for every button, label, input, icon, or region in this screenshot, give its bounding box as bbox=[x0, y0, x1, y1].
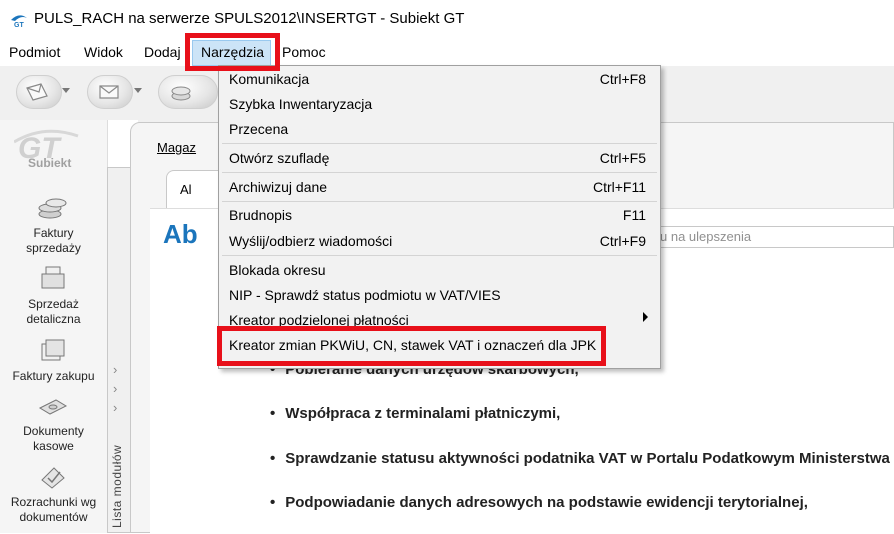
chevron-right-icon[interactable]: › bbox=[113, 400, 117, 415]
menu-item-komunikacja[interactable]: Komunikacja bbox=[229, 71, 309, 87]
bullet-item: Sprawdzanie statusu aktywności podatnika… bbox=[270, 450, 890, 467]
menu-item-nip-status[interactable]: NIP - Sprawdź status podmiotu w VAT/VIES bbox=[229, 287, 501, 303]
highlight-box bbox=[185, 33, 280, 71]
app-logo-icon: GT bbox=[11, 15, 27, 28]
menu-item-otworz-szuflade[interactable]: Otwórz szufladę bbox=[229, 150, 329, 166]
submenu-arrow-icon bbox=[643, 312, 648, 322]
module-label-line2: dokumentów bbox=[19, 510, 88, 524]
shortcut-label: Ctrl+F5 bbox=[599, 150, 646, 166]
module-dokumenty-kasowe[interactable]: Dokumenty kasowe bbox=[0, 424, 107, 454]
inner-tab-label: Al bbox=[180, 182, 192, 197]
module-label-line1: Faktury zakupu bbox=[12, 369, 95, 383]
menu-item-wyslij-odbierz[interactable]: Wyślij/odbierz wiadomości bbox=[229, 233, 392, 249]
menu-item-szybka-inwentaryzacja[interactable]: Szybka Inwentaryzacja bbox=[229, 96, 372, 112]
envelope-receive-icon bbox=[99, 85, 119, 99]
menu-podmiot[interactable]: Podmiot bbox=[9, 44, 60, 60]
window-title: PULS_RACH na serwerze SPULS2012\INSERTGT… bbox=[34, 10, 465, 27]
menu-separator bbox=[222, 172, 657, 173]
shortcut-label: Ctrl+F8 bbox=[599, 71, 646, 87]
search-placeholder: u na ulepszenia bbox=[660, 229, 752, 244]
module-label-line1: Rozrachunki wg bbox=[10, 495, 97, 509]
module-rozrachunki[interactable]: Rozrachunki wg dokumentów bbox=[0, 495, 107, 525]
module-sprzedaz-detaliczna[interactable]: Sprzedaż detaliczna bbox=[0, 297, 107, 327]
page-heading: Ab bbox=[163, 219, 198, 249]
menu-separator bbox=[222, 255, 657, 256]
cash-document-icon bbox=[38, 399, 68, 415]
menu-dodaj[interactable]: Dodaj bbox=[144, 44, 181, 60]
module-label-line1: Faktury bbox=[33, 226, 74, 240]
send-button[interactable] bbox=[16, 75, 62, 109]
module-label-line1: Sprzedaż bbox=[28, 297, 79, 311]
menu-item-archiwizuj-dane[interactable]: Archiwizuj dane bbox=[229, 179, 327, 195]
inner-tab[interactable] bbox=[166, 170, 226, 210]
shortcut-label: Ctrl+F11 bbox=[592, 179, 646, 195]
shortcut-label: F11 bbox=[622, 207, 646, 223]
chevron-right-icon[interactable]: › bbox=[113, 362, 117, 377]
module-label-line1: Dokumenty bbox=[23, 424, 84, 438]
menu-pomoc[interactable]: Pomoc bbox=[282, 44, 326, 60]
menu-separator bbox=[222, 143, 657, 144]
settlements-icon bbox=[41, 467, 65, 489]
settings-button[interactable] bbox=[158, 75, 218, 109]
coins-icon bbox=[38, 198, 67, 219]
coins-stack-icon bbox=[171, 86, 191, 101]
sidebar-logo-text: Subiekt bbox=[28, 156, 72, 170]
envelope-send-icon bbox=[26, 83, 48, 101]
module-label-line2: detaliczna bbox=[26, 312, 81, 326]
module-list-label: Lista modułów bbox=[110, 444, 124, 528]
cash-register-icon bbox=[41, 266, 65, 289]
shortcut-label: Ctrl+F9 bbox=[599, 233, 646, 249]
chevron-right-icon[interactable]: › bbox=[113, 381, 117, 396]
menu-bar bbox=[0, 38, 894, 66]
menu-widok[interactable]: Widok bbox=[84, 44, 123, 60]
bullet-item: Współpraca z terminalami płatniczymi, bbox=[270, 405, 560, 422]
svg-text:GT: GT bbox=[14, 22, 24, 28]
module-faktury-sprzedazy[interactable]: Faktury sprzedaży bbox=[0, 226, 107, 256]
chevron-down-icon[interactable] bbox=[134, 88, 142, 93]
menu-item-brudnopis[interactable]: Brudnopis bbox=[229, 207, 292, 223]
receive-button[interactable] bbox=[87, 75, 133, 109]
module-label-line2: sprzedaży bbox=[26, 241, 81, 255]
highlight-box bbox=[217, 326, 606, 366]
module-faktury-zakupu[interactable]: Faktury zakupu bbox=[0, 369, 107, 384]
bullet-item: Podpowiadanie danych adresowych na podst… bbox=[270, 494, 808, 511]
menu-item-przecena[interactable]: Przecena bbox=[229, 121, 288, 137]
module-label-line2: kasowe bbox=[33, 439, 74, 453]
menu-item-blokada-okresu[interactable]: Blokada okresu bbox=[229, 262, 326, 278]
chevron-down-icon[interactable] bbox=[62, 88, 70, 93]
invoice-stack-icon bbox=[41, 339, 65, 361]
menu-separator bbox=[222, 201, 657, 202]
breadcrumb-link[interactable]: Magaz bbox=[157, 140, 196, 155]
